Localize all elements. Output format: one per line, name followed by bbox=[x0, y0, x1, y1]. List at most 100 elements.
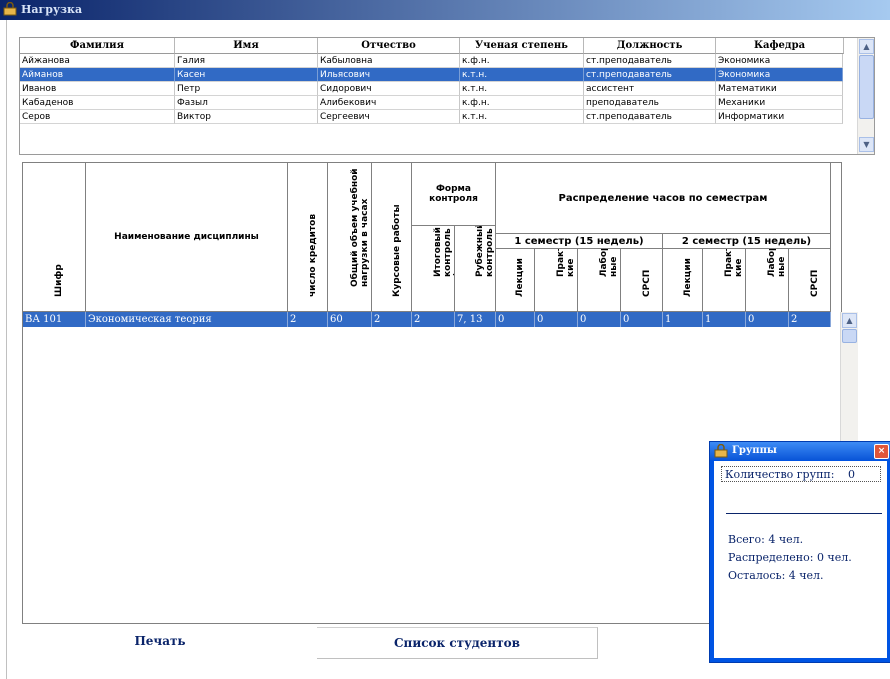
table-row[interactable]: Айжанова Галия Кабыловна к.ф.н. ст.преподава… bbox=[20, 54, 843, 69]
cell-surname: Серов bbox=[20, 110, 175, 124]
cell-degree: к.ф.н. bbox=[460, 54, 584, 68]
cell-department: Механики bbox=[716, 96, 843, 110]
table-cell: 1 bbox=[703, 312, 746, 327]
col-header-semester-2: 2 семестр (15 недель) bbox=[663, 234, 831, 249]
cell-name: Виктор bbox=[175, 110, 318, 124]
col-header-discipline[interactable]: Наименование дисциплины bbox=[86, 163, 288, 312]
table-cell: 7, 13 bbox=[455, 312, 496, 327]
col-header-department[interactable]: Кафедра bbox=[716, 38, 844, 54]
table-cell: 2 bbox=[412, 312, 455, 327]
col-header-s1-practical[interactable]: Практичес кие занятия bbox=[535, 249, 578, 312]
col-header-credits[interactable]: число кредитов bbox=[288, 163, 328, 312]
cell-degree: к.ф.н. bbox=[460, 96, 584, 110]
table-cell: 0 bbox=[535, 312, 578, 327]
table-cell: 0 bbox=[746, 312, 789, 327]
distributed-people: Распределено: 0 чел. bbox=[728, 551, 852, 564]
cell-patronymic: Кабыловна bbox=[318, 54, 460, 68]
scroll-thumb[interactable] bbox=[859, 55, 874, 119]
cell-name: Галия bbox=[175, 54, 318, 68]
table-cell: 60 bbox=[328, 312, 372, 327]
group-count-label: Количество групп: bbox=[725, 468, 835, 481]
cell-degree: к.т.н. bbox=[460, 110, 584, 124]
group-count-field[interactable]: Количество групп: 0 bbox=[721, 466, 881, 482]
col-header-s1-lectures[interactable]: Лекции bbox=[496, 249, 535, 312]
groups-dialog-icon bbox=[714, 444, 728, 458]
cell-department: Экономика bbox=[716, 54, 843, 68]
table-cell: 1 bbox=[663, 312, 703, 327]
cell-position: ассистент bbox=[584, 82, 716, 96]
col-header-degree[interactable]: Ученая степень bbox=[460, 38, 584, 54]
col-header-code[interactable]: Шифр bbox=[23, 163, 86, 312]
cell-name: Касен bbox=[175, 68, 318, 82]
table-row[interactable]: ВА 101 Экономическая теория 2 60 2 2 7, 13 0 0 0 0… bbox=[23, 312, 831, 327]
cell-patronymic: Сидорович bbox=[318, 82, 460, 96]
col-header-s1-lab[interactable]: Лаборатор ные занятия bbox=[578, 249, 621, 312]
cell-position: ст.преподаватель bbox=[584, 110, 716, 124]
col-header-patronymic[interactable]: Отчество bbox=[318, 38, 460, 54]
col-header-surname[interactable]: Фамилия bbox=[20, 38, 175, 54]
cell-department: Экономика bbox=[716, 68, 843, 82]
group-count-value: 0 bbox=[848, 468, 855, 481]
table-row[interactable]: Серов Виктор Сергеевич к.т.н. ст.преподавате… bbox=[20, 110, 843, 125]
load-window: Нагрузка Фамилия Имя Отчество Ученая сте… bbox=[0, 0, 890, 679]
col-header-s2-lectures[interactable]: Лекции bbox=[663, 249, 703, 312]
col-header-position[interactable]: Должность bbox=[584, 38, 716, 54]
cell-patronymic: Алибекович bbox=[318, 96, 460, 110]
col-header-s2-practical[interactable]: Практичес кие занятия bbox=[703, 249, 746, 312]
teachers-table: Фамилия Имя Отчество Ученая степень Долж… bbox=[19, 37, 875, 155]
table-row[interactable]: Иванов Петр Сидорович к.т.н. ассистент Матема… bbox=[20, 82, 843, 97]
cell-surname: Айманов bbox=[20, 68, 175, 82]
table-cell: 2 bbox=[288, 312, 328, 327]
col-header-distribution: Распределение часов по семестрам bbox=[496, 163, 831, 234]
cell-name: Фазыл bbox=[175, 96, 318, 110]
scroll-up-icon[interactable]: ▲ bbox=[842, 313, 857, 328]
table-cell: ВА 101 bbox=[23, 312, 86, 327]
scroll-down-icon[interactable]: ▼ bbox=[859, 137, 874, 152]
close-icon[interactable]: × bbox=[874, 444, 889, 459]
cell-degree: к.т.н. bbox=[460, 68, 584, 82]
col-header-final-control[interactable]: Итоговый контроль (семестры) bbox=[412, 226, 455, 312]
col-header-name[interactable]: Имя bbox=[175, 38, 318, 54]
groups-dialog-title: Группы bbox=[732, 445, 777, 456]
table-cell: 2 bbox=[789, 312, 831, 327]
app-icon bbox=[3, 2, 17, 16]
table-cell: Экономическая теория bbox=[86, 312, 288, 327]
window-titlebar[interactable]: Нагрузка bbox=[0, 0, 890, 20]
cell-patronymic: Сергеевич bbox=[318, 110, 460, 124]
col-header-total-hours[interactable]: Общий объем учебной нагрузки в часах bbox=[328, 163, 372, 312]
groups-dialog: Группы × Количество групп: 0 Всего: 4 че… bbox=[709, 441, 890, 663]
table-cell: 0 bbox=[496, 312, 535, 327]
col-header-semester-1: 1 семестр (15 недель) bbox=[496, 234, 663, 249]
cell-position: преподаватель bbox=[584, 96, 716, 110]
scroll-thumb[interactable] bbox=[842, 329, 857, 343]
col-header-coursework[interactable]: Курсовые работы bbox=[372, 163, 412, 312]
teachers-table-scrollbar[interactable]: ▲ ▼ bbox=[857, 38, 874, 154]
table-row[interactable]: Айманов Касен Ильясович к.т.н. ст.преподават… bbox=[20, 68, 843, 83]
cell-surname: Иванов bbox=[20, 82, 175, 96]
total-people: Всего: 4 чел. bbox=[728, 533, 804, 546]
cell-department: Математики bbox=[716, 82, 843, 96]
cell-surname: Айжанова bbox=[20, 54, 175, 68]
groups-dialog-titlebar[interactable]: Группы × bbox=[710, 442, 890, 460]
window-title: Нагрузка bbox=[21, 3, 83, 16]
scroll-up-icon[interactable]: ▲ bbox=[859, 39, 874, 54]
groups-dialog-body: Количество групп: 0 Всего: 4 чел. Распре… bbox=[714, 461, 887, 658]
table-cell: 2 bbox=[372, 312, 412, 327]
col-header-midterm-control[interactable]: Рубежный контроль (недели) bbox=[455, 226, 496, 312]
cell-surname: Кабаденов bbox=[20, 96, 175, 110]
remaining-people: Осталось: 4 чел. bbox=[728, 569, 824, 582]
table-cell: 0 bbox=[621, 312, 663, 327]
print-button[interactable]: Печать bbox=[120, 634, 200, 652]
col-header-s2-lab[interactable]: Лаборатор ные занятия bbox=[746, 249, 789, 312]
students-list-button[interactable]: Список студентов bbox=[317, 627, 598, 659]
col-header-s1-srsp[interactable]: СРСП bbox=[621, 249, 663, 312]
table-cell: 0 bbox=[578, 312, 621, 327]
cell-position: ст.преподаватель bbox=[584, 68, 716, 82]
cell-degree: к.т.н. bbox=[460, 82, 584, 96]
teachers-table-header: Фамилия Имя Отчество Ученая степень Долж… bbox=[20, 38, 844, 54]
col-header-s2-srsp[interactable]: СРСП bbox=[789, 249, 831, 312]
cell-department: Информатики bbox=[716, 110, 843, 124]
table-row[interactable]: Кабаденов Фазыл Алибекович к.ф.н. преподават… bbox=[20, 96, 843, 111]
col-header-control-form: Форма контроля bbox=[412, 163, 496, 226]
cell-patronymic: Ильясович bbox=[318, 68, 460, 82]
